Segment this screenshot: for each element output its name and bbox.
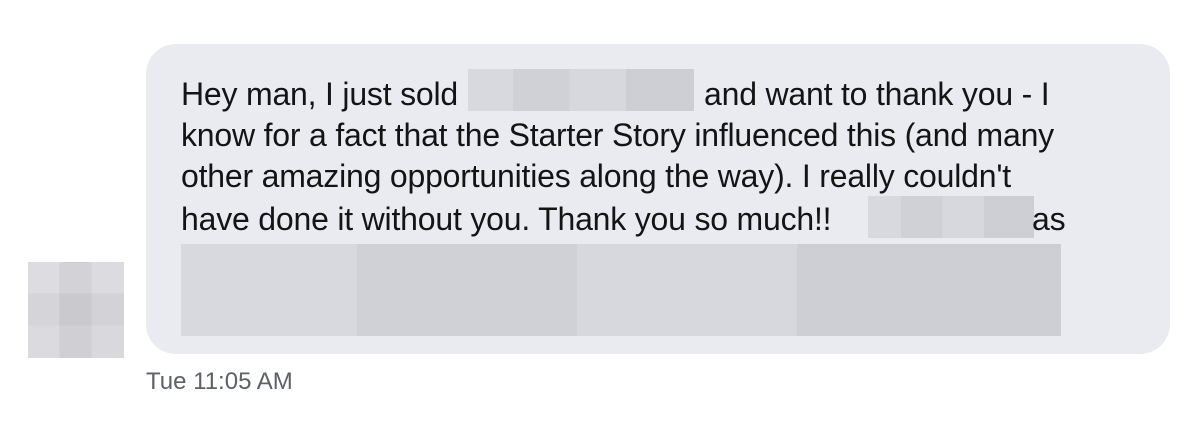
message-line-4-start: have done it without you. Thank you so m… — [181, 201, 832, 237]
message-line-2: know for a fact that the Starter Story i… — [181, 117, 1054, 153]
message-line-1-end: and want to thank you - I — [704, 76, 1050, 112]
contact-avatar — [28, 262, 124, 358]
message-line-4-end: as — [1032, 201, 1066, 237]
redacted-text-2 — [868, 196, 1034, 238]
redacted-text-1 — [468, 69, 694, 111]
message-timestamp: Tue 11:05 AM — [146, 368, 293, 395]
message-line-3: other amazing opportunities along the wa… — [181, 158, 1011, 194]
redacted-text-3 — [181, 244, 1061, 336]
message-line-1-start: Hey man, I just sold — [181, 76, 459, 112]
